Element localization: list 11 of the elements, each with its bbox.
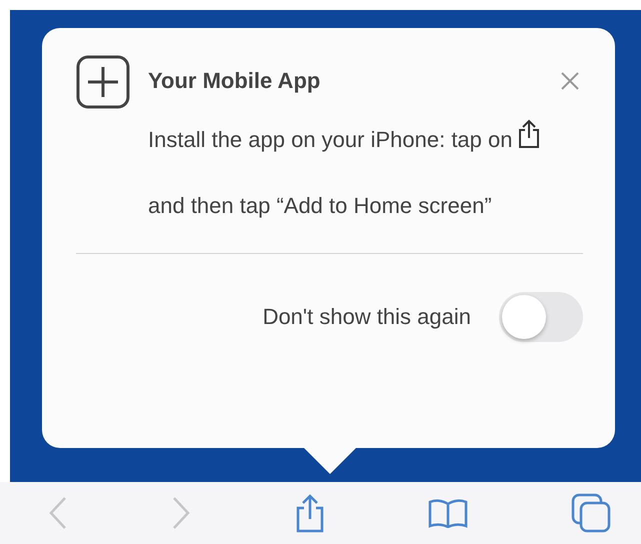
close-icon[interactable] <box>561 72 579 90</box>
add-square-icon <box>76 55 130 109</box>
toggle-label: Don't show this again <box>262 304 471 330</box>
toggle-switch[interactable] <box>499 292 583 342</box>
instruction-text: Install the app on your iPhone: tap on <box>148 127 512 152</box>
instruction-text: and then tap “Add to Home screen” <box>148 193 492 218</box>
share-icon[interactable] <box>294 493 324 533</box>
book-icon[interactable] <box>428 498 468 528</box>
tabs-icon[interactable] <box>571 493 611 533</box>
popup-title: Your Mobile App <box>148 68 320 94</box>
share-icon <box>518 119 540 149</box>
